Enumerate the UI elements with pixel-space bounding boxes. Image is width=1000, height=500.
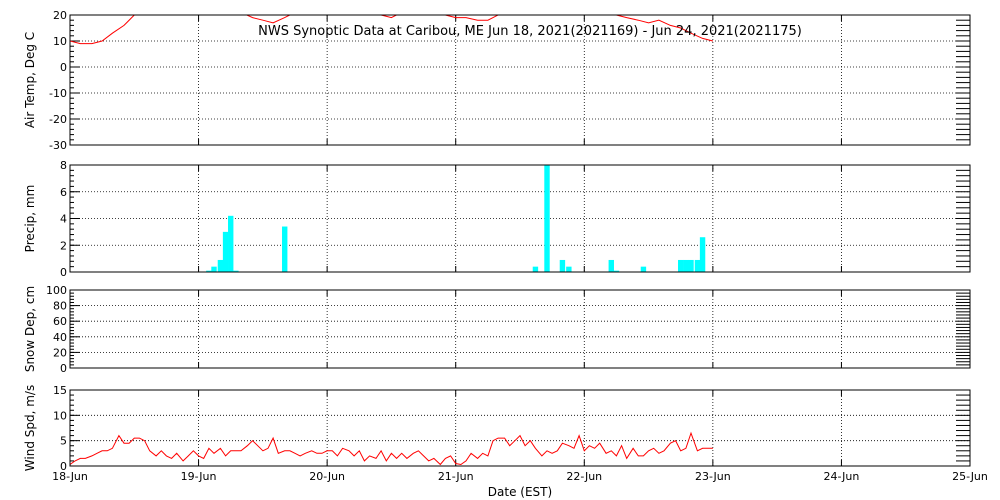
x-axis-label: Date (EST) [488,485,552,499]
panel-frame [69,389,971,467]
y-tick-label: 6 [60,186,67,199]
precip-bar [699,237,706,272]
y-tick-label: 8 [60,159,67,172]
precip-bar [566,266,572,272]
y-tick-label: 15 [53,384,67,397]
x-tick-label: 20-Jun [309,470,345,483]
precip-bar [688,259,694,272]
chart-panels: -30 -20 -10 0 10 20 Air Temp, Deg C 0 2 4 6 8 Precip… [23,9,988,483]
y-tick-label: 20 [53,9,67,22]
precip-bar [217,259,224,272]
panel-precip: 0 2 4 6 8 Precip, mm [23,159,971,279]
x-tick-label: 22-Jun [566,470,602,483]
precip-bar [228,215,234,272]
y-tick-label: 40 [53,331,67,344]
y-tick-label: 20 [53,346,67,359]
y-axis-label: Snow Dep, cm [23,286,37,372]
y-tick-label: 10 [53,409,67,422]
y-axis-label: Precip, mm [23,185,37,253]
precip-bar [559,259,566,272]
x-tick-label: 24-Jun [824,470,860,483]
y-tick-label: 2 [60,239,67,252]
y-axis-label: Wind Spd, m/s [23,385,37,471]
chart-title: NWS Synoptic Data at Caribou, ME Jun 18,… [258,24,802,39]
y-tick-label: 100 [46,284,67,297]
y-tick-label: 0 [60,266,67,279]
y-tick-label: 80 [53,300,67,313]
y-tick-label: -20 [49,113,67,126]
y-tick-label: 4 [60,213,67,226]
y-tick-label: 0 [60,362,67,375]
wind-speed-line [70,431,713,466]
y-tick-label: -10 [49,87,67,100]
panel-snow-depth: 0 20 40 60 80 100 Snow Dep, cm [23,284,971,375]
precip-bar [211,266,217,272]
panel-wind-speed: 051015Wind Spd, m/s [23,384,971,473]
y-tick-label: 10 [53,35,67,48]
precip-bar [678,259,684,272]
precip-bar [694,259,701,272]
y-tick-label: -30 [49,139,67,152]
series-wind-speed [70,431,713,466]
x-tick-label: 18-Jun [52,470,88,483]
precip-bar [544,165,550,272]
precip-bar [532,266,539,272]
x-tick-label: 25-Jun [952,470,988,483]
x-tick-label: 19-Jun [181,470,217,483]
precip-bar [222,231,229,272]
y-tick-label: 60 [53,315,67,328]
synoptic-chart-figure: -30 -20 -10 0 10 20 Air Temp, Deg C 0 2 4 6 8 Precip… [23,9,988,499]
panel-air-temp: -30 -20 -10 0 10 20 Air Temp, Deg C [23,9,971,152]
x-tick-label: 23-Jun [695,470,731,483]
precip-bar [282,226,288,272]
panel-frame [69,289,971,369]
precip-bar [683,259,689,272]
precip-bar [640,266,647,272]
y-tick-label: 5 [60,435,67,448]
y-axis-label: Air Temp, Deg C [23,32,37,128]
x-tick-label: 21-Jun [438,470,474,483]
y-tick-label: 0 [60,61,67,74]
precip-bar [608,259,614,272]
